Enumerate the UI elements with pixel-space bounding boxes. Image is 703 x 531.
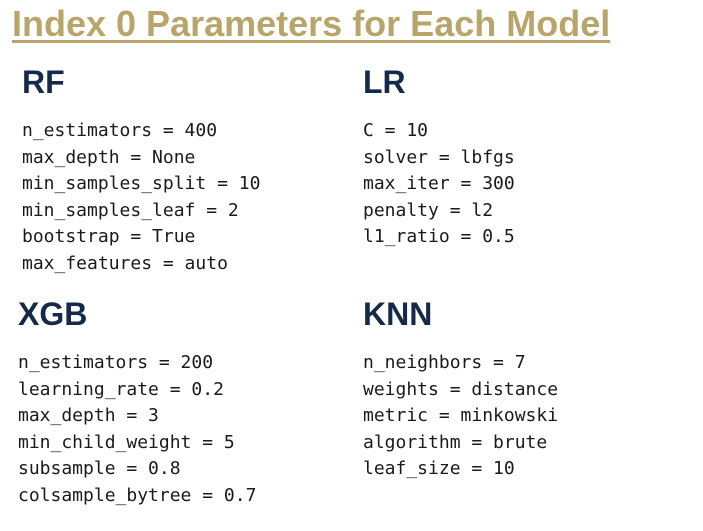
- param-item: C = 10: [363, 120, 429, 141]
- model-heading-knn: KNN: [363, 296, 433, 332]
- model-block-rf: RF n_estimators = 400 max_depth = None m…: [22, 64, 260, 278]
- param-item: bootstrap = True: [22, 226, 196, 248]
- param-item: min_samples_split = 10: [22, 173, 261, 195]
- model-heading-rf: RF: [22, 64, 65, 100]
- param-item: metric = minkowski: [363, 405, 559, 427]
- param-item: max_depth = 3: [18, 405, 159, 427]
- param-item: max_features = auto: [22, 252, 228, 274]
- param-item: max_depth = None: [22, 146, 196, 168]
- param-list-knn: n_neighbors = 7 weights = distance metri…: [363, 350, 558, 483]
- param-item: l1_ratio = 0.5: [363, 226, 515, 248]
- param-list-lr: C = 10 solver = lbfgs max_iter = 300 pen…: [363, 118, 515, 251]
- param-item: min_child_weight = 5: [18, 431, 235, 453]
- model-heading-xgb: XGB: [18, 296, 88, 332]
- param-item: solver = lbfgs: [363, 146, 515, 168]
- param-item: penalty = l2: [363, 199, 494, 221]
- param-item: colsample_bytree = 0.7: [18, 484, 257, 506]
- param-item: algorithm = brute: [363, 431, 548, 453]
- param-item: leaf_size = 10: [363, 458, 515, 480]
- param-item: min_samples_leaf = 2: [22, 199, 239, 221]
- model-heading-lr: LR: [363, 64, 406, 100]
- model-block-lr: LR C = 10 solver = lbfgs max_iter = 300 …: [363, 64, 515, 251]
- param-list-xgb: n_estimators = 200 learning_rate = 0.2 m…: [18, 350, 256, 510]
- model-block-xgb: XGB n_estimators = 200 learning_rate = 0…: [18, 296, 256, 510]
- param-item: n_estimators = 200: [18, 352, 214, 373]
- param-item: n_estimators = 400: [22, 120, 218, 141]
- param-item: learning_rate = 0.2: [18, 378, 224, 400]
- param-list-rf: n_estimators = 400 max_depth = None min_…: [22, 118, 260, 278]
- model-block-knn: KNN n_neighbors = 7 weights = distance m…: [363, 296, 558, 483]
- param-item: n_neighbors = 7: [363, 352, 526, 373]
- param-item: max_iter = 300: [363, 173, 515, 195]
- page-title: Index 0 Parameters for Each Model: [12, 3, 611, 44]
- param-item: weights = distance: [363, 378, 559, 400]
- param-item: subsample = 0.8: [18, 458, 181, 480]
